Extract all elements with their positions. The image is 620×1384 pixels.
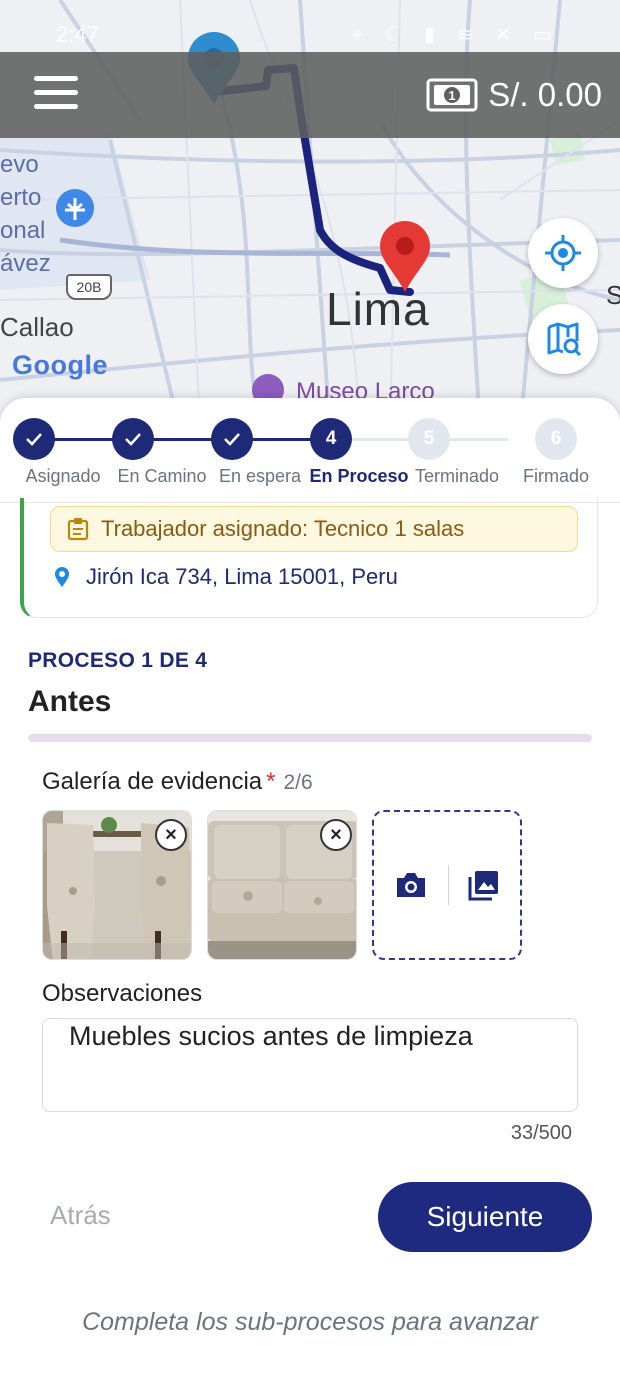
step-1-done[interactable] [13, 418, 55, 460]
svg-text:1: 1 [449, 88, 456, 103]
gallery-count: 2/6 [283, 771, 313, 794]
process-counter: PROCESO 1 DE 4 [28, 649, 208, 672]
camera-button[interactable] [394, 870, 428, 900]
airport-label: evo erto onal ávez [0, 151, 51, 277]
edge-label: S [606, 280, 620, 310]
add-photo-box [372, 810, 522, 960]
gallery-label-text: Galería de evidencia [42, 768, 263, 795]
check-icon [26, 433, 42, 446]
remove-photo-1-button[interactable]: × [155, 819, 187, 851]
route-shield: 20B [66, 274, 112, 300]
required-mark: * [266, 768, 276, 795]
city-label: Lima [326, 283, 430, 335]
order-card: Trabajador asignado: Tecnico 1 salas Jir… [20, 498, 598, 618]
app-screen: evo erto onal ávez 20B Callao Lima S Mus… [0, 0, 620, 1384]
balance-display: 1 S/. 0.00 [426, 70, 602, 120]
step-3-done[interactable] [211, 418, 253, 460]
step-2-done[interactable] [112, 418, 154, 460]
step-6-pending[interactable]: 6 [535, 418, 577, 460]
observations-value: Muebles sucios antes de limpieza [69, 1021, 473, 1051]
back-button[interactable]: Atrás [50, 1200, 111, 1231]
balance-amount: S/. 0.00 [488, 76, 602, 113]
my-location-button[interactable] [528, 218, 598, 288]
map-search-icon [547, 322, 582, 357]
process-progress-bar [28, 734, 592, 742]
google-logo-text: Google [12, 350, 108, 380]
assignment-banner: Trabajador asignado: Tecnico 1 salas [50, 506, 578, 552]
district-label: Callao [0, 312, 74, 342]
camera-icon [396, 873, 425, 897]
address-text: Jirón Ica 734, Lima 15001, Peru [86, 564, 398, 589]
check-icon [224, 433, 240, 446]
top-bar: 1 S/. 0.00 [0, 52, 620, 138]
status-bar: 2:47 ⌖ ☾ ▮ ≋ ✕ ▭ [0, 0, 620, 52]
subprocess-hint: Completa los sub-procesos para avanzar [82, 1308, 538, 1336]
order-address: Jirón Ica 734, Lima 15001, Peru [54, 564, 398, 590]
step-label-en-espera: En espera [218, 466, 302, 486]
assignment-text: Trabajador asignado: Tecnico 1 salas [101, 516, 465, 541]
image-gallery-icon [468, 871, 499, 901]
step-label-en-proceso: En Proceso [309, 466, 409, 486]
menu-button[interactable] [34, 76, 80, 114]
add-photo-separator [447, 865, 449, 905]
next-button[interactable]: Siguiente [378, 1182, 592, 1252]
map-search-button[interactable] [528, 304, 598, 374]
location-pin-icon [55, 567, 69, 587]
check-icon [125, 433, 141, 446]
gallery-picker-button[interactable] [468, 869, 500, 901]
observations-input[interactable]: Muebles sucios antes de limpieza [42, 1018, 578, 1112]
status-time: 2:47 [56, 22, 99, 47]
gallery-label: Galería de evidencia * 2/6 [42, 768, 313, 796]
step-5-pending[interactable]: 5 [408, 418, 450, 460]
step-4-active[interactable]: 4 [310, 418, 352, 460]
step-label-firmado: Firmado [522, 466, 590, 486]
crosshair-icon [545, 235, 581, 271]
observations-label: Observaciones [42, 980, 203, 1007]
step-label-en-camino: En Camino [117, 466, 207, 486]
order-stepper: 4 5 6 Asignado En Camino En espera En Pr… [0, 418, 620, 502]
status-icons: ⌖ ☾ ▮ ≋ ✕ ▭ [351, 24, 560, 46]
hamburger-icon [34, 76, 78, 81]
airport-icon [56, 189, 94, 227]
order-sheet: 4 5 6 Asignado En Camino En espera En Pr… [0, 398, 620, 1384]
step-label-terminado: Terminado [414, 466, 500, 486]
process-title: Antes [28, 685, 112, 718]
clipboard-icon [67, 518, 89, 541]
observations-counter: 33/500 [510, 1122, 572, 1144]
google-attribution: Google [12, 350, 108, 381]
evidence-photo-chairs[interactable]: × [42, 810, 192, 960]
evidence-photo-sofa[interactable]: × [207, 810, 357, 960]
stepper-line-done [34, 438, 330, 441]
remove-photo-2-button[interactable]: × [320, 819, 352, 851]
step-label-asignado: Asignado [25, 466, 101, 486]
money-icon: 1 [426, 78, 478, 112]
